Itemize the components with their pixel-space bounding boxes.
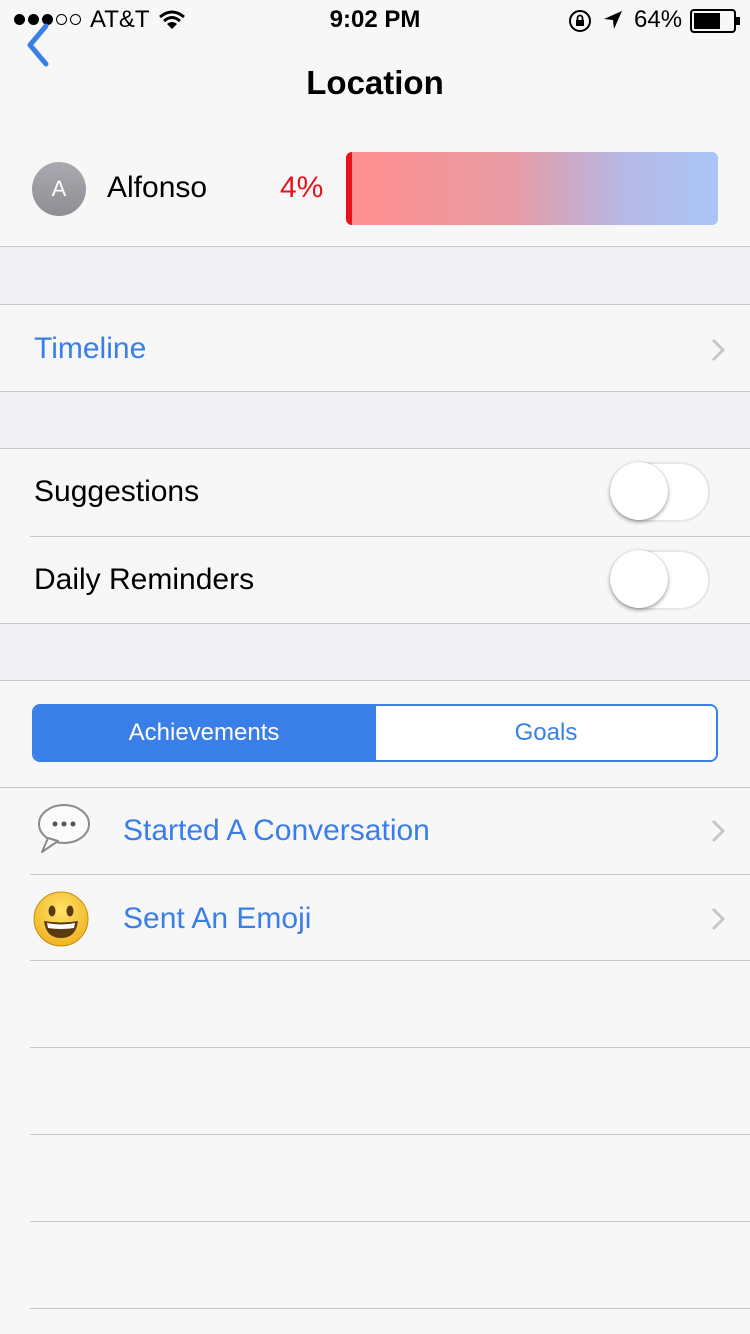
suggestions-label: Suggestions — [34, 475, 200, 508]
speech-bubble-icon — [36, 802, 92, 866]
chevron-right-icon — [711, 338, 725, 362]
page-title: Location — [306, 64, 444, 101]
divider — [30, 1134, 750, 1135]
timeline-label[interactable]: Timeline — [34, 332, 146, 366]
divider — [30, 536, 750, 537]
divider — [30, 1047, 750, 1048]
chevron-right-icon — [711, 819, 725, 843]
smiley-emoji-icon — [32, 890, 90, 960]
profile-name: Alfonso — [107, 171, 208, 204]
toggle-knob — [610, 550, 668, 608]
segment-goals[interactable]: Goals — [374, 706, 716, 760]
battery-icon — [690, 9, 740, 33]
avatar: A — [32, 162, 86, 216]
chevron-left-icon — [27, 23, 49, 67]
progress-bar — [346, 152, 718, 225]
achievement-label: Sent An Emoji — [123, 902, 312, 935]
suggestions-toggle[interactable] — [610, 462, 710, 522]
divider — [30, 1221, 750, 1222]
achievement-label: Started A Conversation — [123, 814, 430, 847]
segmented-control: Achievements Goals — [32, 704, 718, 762]
toggle-knob — [610, 462, 668, 520]
back-button[interactable] — [20, 20, 80, 70]
empty-list-area — [0, 961, 750, 1334]
daily-reminders-label: Daily Reminders — [34, 563, 255, 596]
divider — [30, 1308, 750, 1309]
progress-percent: 4% — [280, 171, 324, 204]
chevron-right-icon — [711, 907, 725, 931]
achievement-row-emoji[interactable] — [0, 875, 750, 962]
rotation-lock-icon — [569, 10, 591, 32]
daily-reminders-toggle[interactable] — [610, 550, 710, 610]
divider — [30, 960, 750, 961]
progress-fill — [346, 152, 352, 225]
segment-achievements[interactable]: Achievements — [34, 706, 374, 760]
location-arrow-icon — [604, 11, 622, 29]
battery-percent: 64% — [634, 6, 683, 33]
